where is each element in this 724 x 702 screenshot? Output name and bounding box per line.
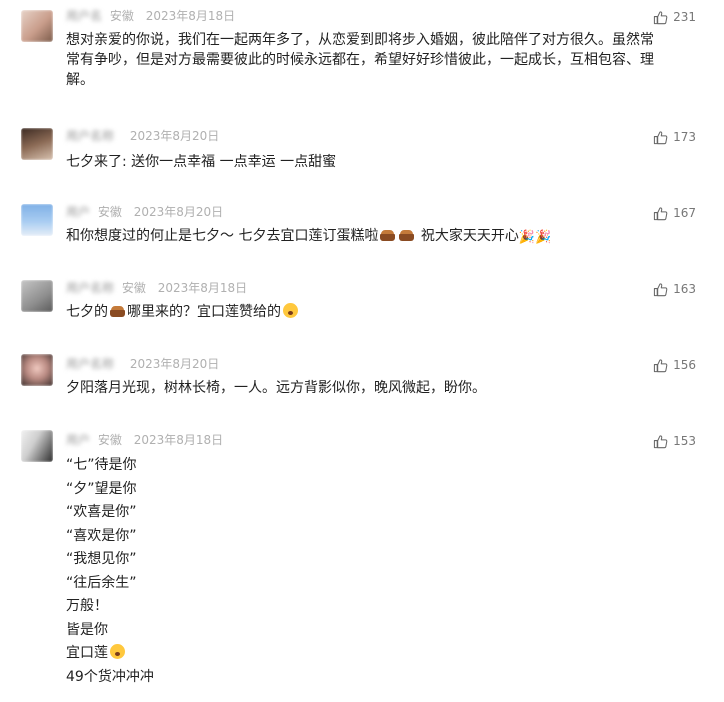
like-button[interactable]: 167	[653, 204, 696, 222]
like-button[interactable]: 156	[653, 356, 696, 374]
comment-text-part: 宜口莲	[66, 645, 108, 661]
thumbs-up-icon	[653, 358, 668, 372]
comment-text: 和你想度过的何止是七夕～ 七夕去宜口莲订蛋糕啦 祝大家天天开心🎉🎉	[66, 226, 551, 248]
comment-text: 七夕来了: 送你一点幸福 一点幸运 一点甜蜜	[66, 152, 336, 172]
comment-line: 常有争吵，但是对方最需要彼此的时候永远都在，希望好好珍惜彼此，一起成长，互相包容…	[66, 52, 654, 68]
avatar[interactable]	[21, 280, 53, 312]
location: 安徽	[97, 205, 122, 219]
thumbs-up-icon	[653, 282, 668, 296]
like-count: 173	[673, 130, 696, 144]
party-popper-icon: 🎉	[518, 230, 536, 245]
surprised-face-icon	[283, 303, 298, 318]
cake-icon	[109, 303, 126, 318]
comment-meta: 用户名称 2023年8月20日	[66, 354, 219, 374]
comment-meta: 用户 安徽 2023年8月18日	[66, 430, 223, 450]
comment-line: “我想见你”	[66, 551, 137, 567]
avatar[interactable]	[21, 10, 53, 42]
avatar[interactable]	[21, 354, 53, 386]
comment-line: “欢喜是你”	[66, 504, 137, 520]
avatar[interactable]	[21, 430, 53, 462]
comment-line-with-emoji: 宜口莲	[66, 642, 154, 666]
comment-text-part: 七夕的	[66, 304, 108, 320]
comment-line: “往后余生”	[66, 574, 137, 591]
comment-line: 解。	[66, 72, 94, 88]
comment-meta: 用户名称 安徽 2023年8月18日	[66, 278, 247, 298]
thumbs-up-icon	[653, 434, 668, 448]
comment-text-part: 哪里来的？宜口莲赞给的	[127, 304, 281, 320]
timestamp: 2023年8月20日	[129, 357, 220, 371]
comment-text: 想对亲爱的你说，我们在一起两年多了，从恋爱到即将步入婚姻，彼此陪伴了对方很久。虽…	[66, 30, 654, 90]
timestamp: 2023年8月20日	[129, 129, 220, 143]
comment-line: “七”待是你	[66, 457, 137, 473]
thumbs-up-icon	[653, 206, 668, 220]
comment-text-part: 和你想度过的何止是七夕～ 七夕去宜口莲订蛋糕啦	[66, 228, 379, 244]
timestamp: 2023年8月18日	[157, 281, 248, 295]
comment-line: “喜欢是你”	[66, 527, 137, 544]
comment-line: 想对亲爱的你说，我们在一起两年多了，从恋爱到即将步入婚姻，彼此陪伴了对方很久。虽…	[66, 32, 654, 48]
timestamp: 2023年8月18日	[145, 9, 236, 23]
like-button[interactable]: 231	[653, 8, 696, 26]
thumbs-up-icon	[653, 10, 668, 24]
comment-line: “夕”望是你	[66, 480, 137, 497]
cake-icon	[398, 227, 415, 242]
comment-line: 夕阳落月光现，树林长椅，一人。远方背影似你，晚风微起，盼你。	[66, 380, 486, 396]
timestamp: 2023年8月18日	[133, 433, 224, 447]
location: 安徽	[109, 9, 134, 23]
comment-meta: 用户名 安徽 2023年8月18日	[66, 6, 235, 26]
username[interactable]: 用户名称	[66, 354, 114, 374]
avatar[interactable]	[21, 128, 53, 160]
comment-text: 七夕的 哪里来的？宜口莲赞给的	[66, 302, 298, 322]
thumbs-up-icon	[653, 130, 668, 144]
comment-line: 万般！	[66, 598, 108, 614]
like-count: 231	[673, 10, 696, 24]
location: 安徽	[97, 433, 122, 447]
comment-text-part: 祝大家天天开心	[416, 228, 519, 244]
comment-text: 夕阳落月光现，树林长椅，一人。远方背影似你，晚风微起，盼你。	[66, 378, 486, 398]
username[interactable]: 用户名称	[66, 126, 114, 146]
cake-icon	[379, 227, 396, 242]
like-count: 167	[673, 206, 696, 220]
like-button[interactable]: 173	[653, 128, 696, 146]
like-button[interactable]: 153	[653, 432, 696, 450]
comment-meta: 用户 安徽 2023年8月20日	[66, 202, 223, 222]
comment-line: 皆是你	[66, 621, 108, 638]
username[interactable]: 用户	[66, 430, 90, 450]
username[interactable]: 用户	[66, 202, 90, 222]
username[interactable]: 用户名	[66, 6, 102, 26]
grinning-face-icon	[110, 644, 125, 659]
like-count: 156	[673, 358, 696, 372]
avatar[interactable]	[21, 204, 53, 236]
comment-text: “七”待是你 “夕”望是你 “欢喜是你” “喜欢是你” “我想见你” “往后余生…	[66, 454, 154, 689]
location: 安徽	[121, 281, 146, 295]
timestamp: 2023年8月20日	[133, 205, 224, 219]
party-popper-icon: 🎉	[535, 230, 552, 245]
comment-meta: 用户名称 2023年8月20日	[66, 126, 219, 146]
like-count: 163	[673, 282, 696, 296]
comment-line: 七夕来了: 送你一点幸福 一点幸运 一点甜蜜	[66, 154, 337, 170]
like-button[interactable]: 163	[653, 280, 696, 298]
like-count: 153	[673, 434, 696, 448]
username[interactable]: 用户名称	[66, 278, 114, 298]
comment-line: 49个货冲冲冲	[66, 668, 154, 685]
